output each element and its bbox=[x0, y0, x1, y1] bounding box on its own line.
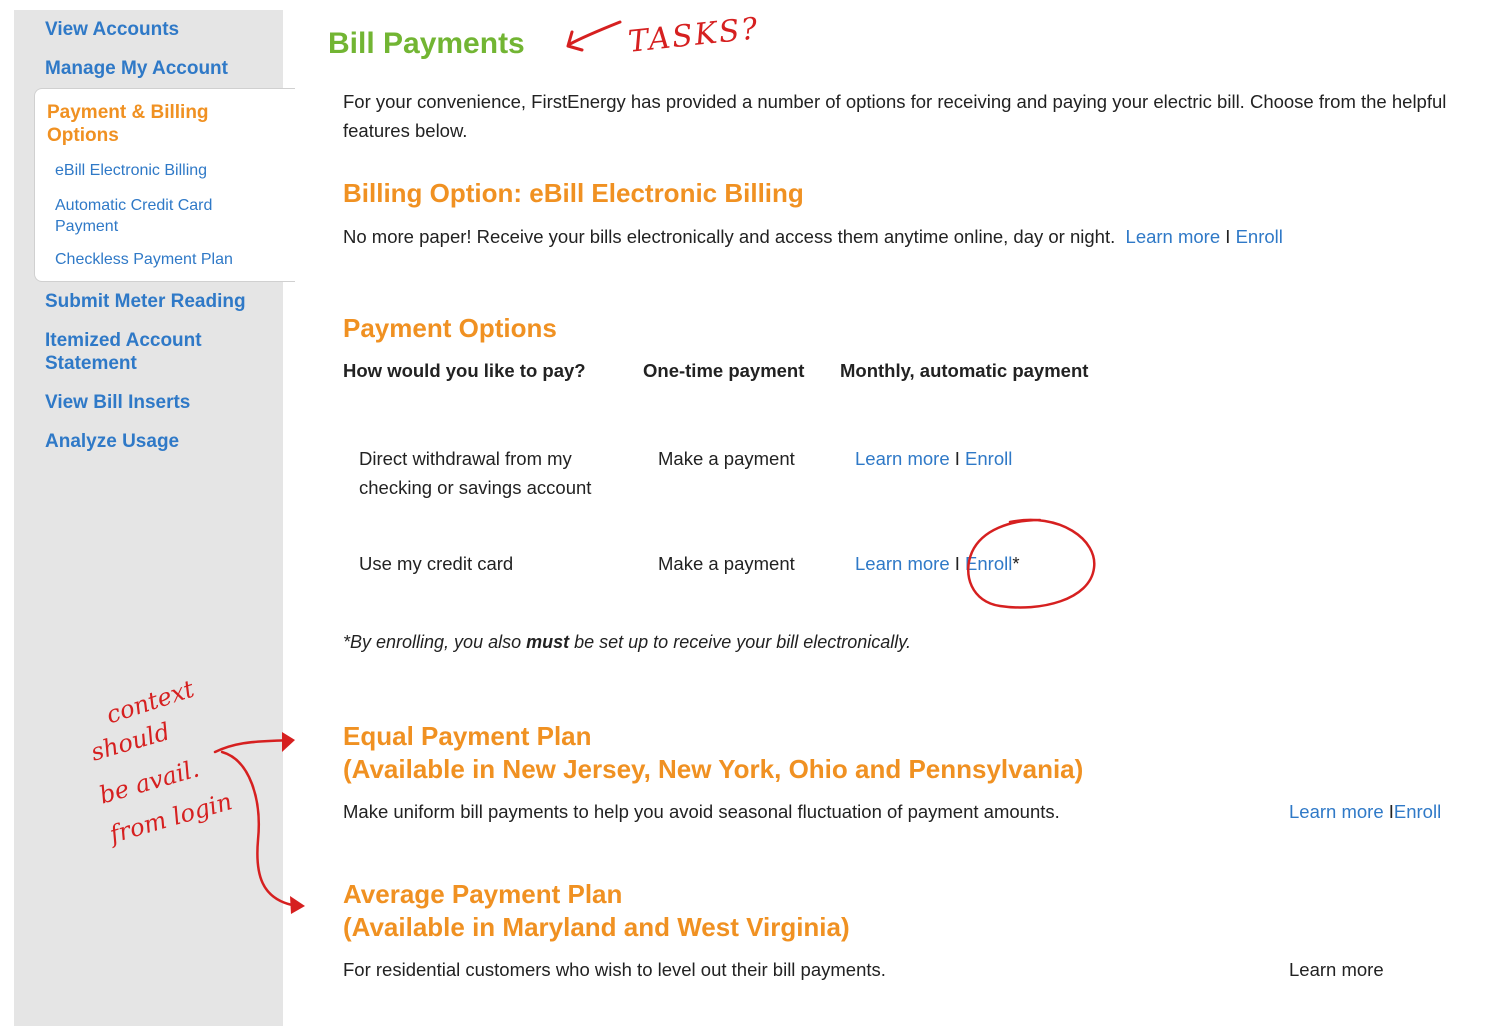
enroll-link-direct[interactable]: Enroll bbox=[965, 448, 1012, 469]
payment-row-label-direct-withdrawal: Direct withdrawal from my checking or sa… bbox=[359, 448, 592, 498]
footnote-bold: must bbox=[526, 632, 570, 652]
sidebar-active-group: Payment & Billing Options eBill Electron… bbox=[34, 88, 295, 282]
equal-plan-subheading: (Available in New Jersey, New York, Ohio… bbox=[343, 754, 1084, 784]
link-separator: I bbox=[1225, 226, 1231, 247]
average-plan-learn-more-link[interactable]: Learn more bbox=[1289, 955, 1384, 984]
intro-text: For your convenience, FirstEnergy has pr… bbox=[343, 91, 1447, 141]
ebill-heading: Billing Option: eBill Electronic Billing bbox=[343, 178, 804, 208]
equal-plan-actions: Learn more IEnroll bbox=[1289, 797, 1441, 826]
sidebar-item-view-accounts[interactable]: View Accounts bbox=[45, 18, 179, 41]
payment-row-actions-direct: Learn more I Enroll bbox=[855, 444, 1012, 473]
payment-row-label-credit-card: Use my credit card bbox=[359, 553, 514, 574]
learn-more-link-direct[interactable]: Learn more bbox=[855, 448, 950, 469]
column-header-one-time: One-time payment bbox=[643, 360, 805, 381]
equal-plan-heading: Equal Payment Plan bbox=[343, 721, 592, 751]
column-header-monthly: Monthly, automatic payment bbox=[840, 360, 1089, 381]
equal-plan-text: Make uniform bill payments to help you a… bbox=[343, 801, 1060, 822]
make-payment-link-credit[interactable]: Make a payment bbox=[658, 549, 795, 578]
annotation-tasks: TASKS? bbox=[626, 11, 762, 60]
sidebar-item-submit-meter-reading[interactable]: Submit Meter Reading bbox=[45, 290, 246, 313]
payment-options-heading: Payment Options bbox=[343, 313, 557, 343]
enroll-footnote: *By enrolling, you also must be set up t… bbox=[343, 632, 911, 653]
sidebar-item-analyze-usage[interactable]: Analyze Usage bbox=[45, 430, 179, 453]
sidebar-item-view-bill-inserts[interactable]: View Bill Inserts bbox=[45, 391, 190, 414]
learn-more-link-credit[interactable]: Learn more bbox=[855, 553, 950, 574]
enroll-link-credit[interactable]: Enroll bbox=[965, 553, 1012, 574]
sidebar-subitem-auto-credit-card[interactable]: Automatic Credit Card Payment bbox=[55, 195, 235, 237]
ebill-row: No more paper! Receive your bills electr… bbox=[343, 222, 1283, 251]
column-header-how: How would you like to pay? bbox=[343, 360, 586, 381]
sidebar-item-itemized-statement[interactable]: Itemized Account Statement bbox=[45, 329, 245, 375]
footnote-prefix: *By enrolling, you also bbox=[343, 632, 527, 652]
payment-row-actions-credit: Learn more I Enroll* bbox=[855, 549, 1020, 578]
equal-plan-enroll-link[interactable]: Enroll bbox=[1394, 801, 1441, 822]
sidebar: View Accounts Manage My Account Payment … bbox=[14, 10, 295, 1026]
sidebar-subitem-checkless-plan[interactable]: Checkless Payment Plan bbox=[55, 249, 265, 270]
average-plan-heading: Average Payment Plan bbox=[343, 879, 623, 909]
average-plan-subheading: (Available in Maryland and West Virginia… bbox=[343, 912, 850, 942]
ebill-enroll-link[interactable]: Enroll bbox=[1236, 226, 1283, 247]
link-separator: I bbox=[954, 448, 960, 469]
ebill-learn-more-link[interactable]: Learn more bbox=[1126, 226, 1221, 247]
equal-plan-learn-more-link[interactable]: Learn more bbox=[1289, 801, 1389, 822]
average-plan-text: For residential customers who wish to le… bbox=[343, 959, 886, 980]
footnote-suffix: be set up to receive your bill electroni… bbox=[569, 632, 911, 652]
make-payment-link-direct[interactable]: Make a payment bbox=[658, 444, 795, 473]
sidebar-item-payment-billing-options[interactable]: Payment & Billing Options bbox=[47, 101, 267, 147]
ebill-text: No more paper! Receive your bills electr… bbox=[343, 226, 1116, 247]
sidebar-subitem-ebill[interactable]: eBill Electronic Billing bbox=[55, 160, 265, 181]
asterisk-marker: * bbox=[1012, 553, 1020, 574]
link-separator: I bbox=[954, 553, 960, 574]
sidebar-item-manage-my-account[interactable]: Manage My Account bbox=[45, 57, 228, 80]
page-title: Bill Payments bbox=[328, 27, 525, 60]
